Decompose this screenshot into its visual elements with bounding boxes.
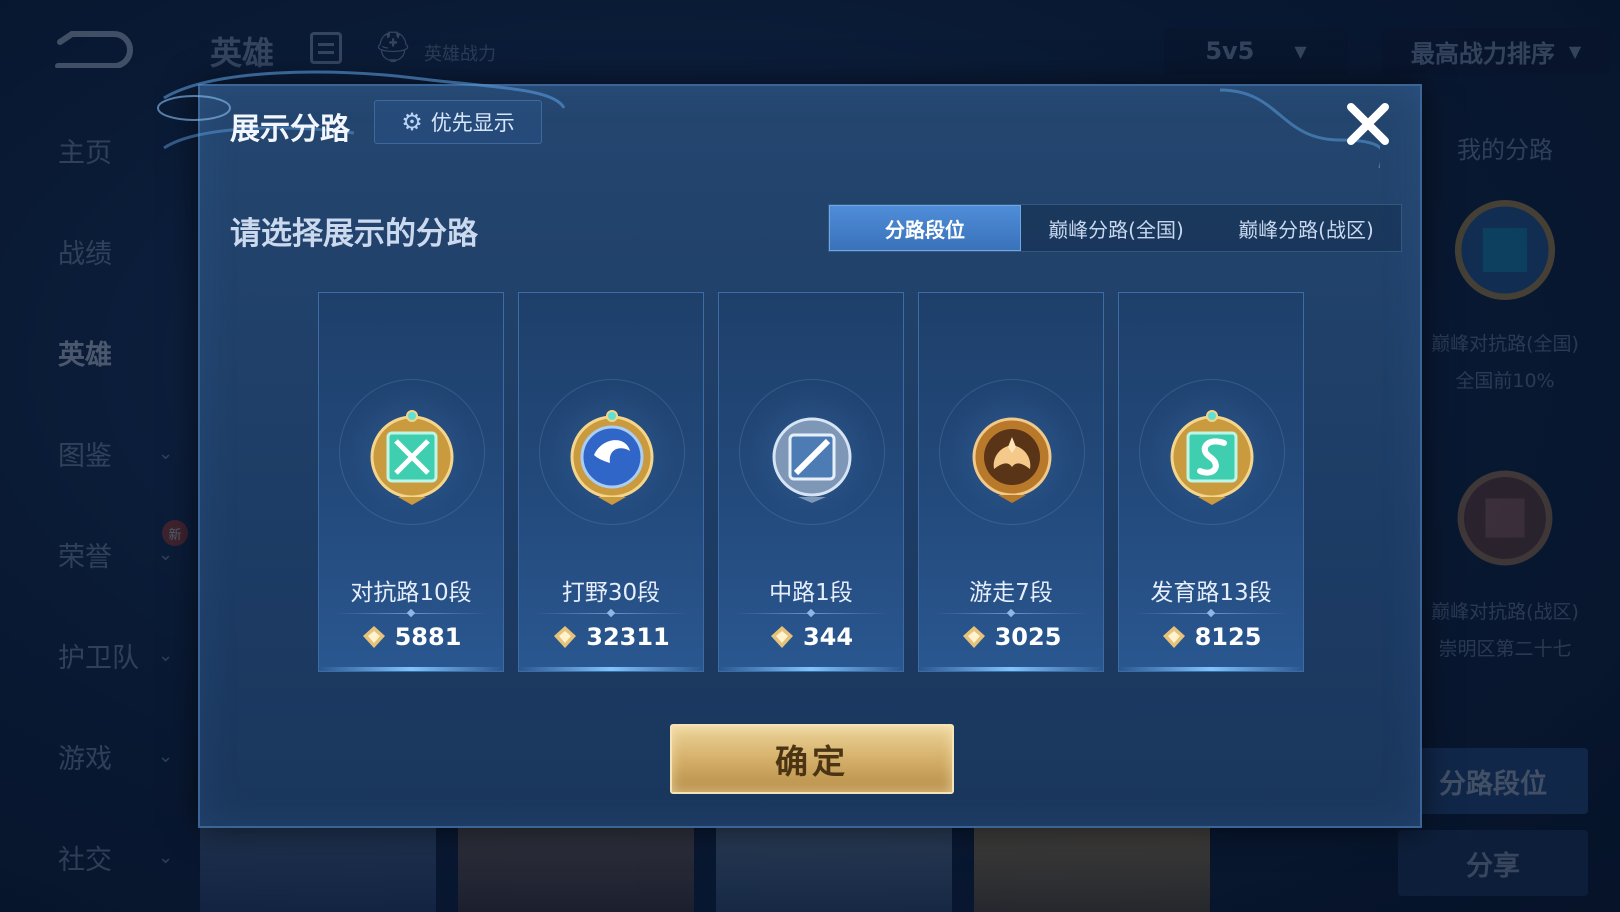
lane-display-dialog: 展示分路 ⚙ 优先显示 请选择展示的分路 分路段位 巅峰分路(全国) 巅峰分路(… [157,70,1422,828]
lane-card-mid[interactable]: 中路1段 344 [718,292,904,672]
lane-card-farm[interactable]: 发育路13段 8125 [1118,292,1304,672]
lane-card-label: 发育路13段 [1150,580,1272,606]
power-score-icon [770,626,793,648]
divider [933,613,1089,614]
lane-card-top[interactable]: 对抗路10段 5881 [318,292,504,672]
close-icon [1347,103,1389,145]
power-score-icon [362,626,385,648]
dialog-title: 展示分路 [230,112,350,147]
lane-card-label: 游走7段 [969,580,1053,606]
lane-card-score: 8125 [1119,623,1303,651]
divider [733,613,889,614]
divider [333,613,489,614]
power-score-icon [962,626,985,648]
dragon-emblem-icon [570,410,654,505]
arrow-emblem-icon [1170,410,1254,505]
lane-card-roam[interactable]: 游走7段 3025 [918,292,1104,672]
divider [533,613,689,614]
staff-emblem-icon [772,417,852,503]
lane-tabs: 分路段位 巅峰分路(全国) 巅峰分路(战区) [828,204,1402,252]
lane-cards: 对抗路10段 5881 打野30段 32311 中路1段 344 游走7段 30… [318,292,1304,672]
select-lane-prompt: 请选择展示的分路 [230,216,478,252]
priority-display-button[interactable]: ⚙ 优先显示 [374,100,542,144]
priority-display-label: 优先显示 [430,111,515,135]
lane-card-score: 32311 [519,623,703,651]
tab-lane-rank[interactable]: 分路段位 [829,205,1021,251]
power-score-icon [554,626,577,648]
divider [1133,613,1289,614]
tab-peak-national[interactable]: 巅峰分路(全国) [1021,205,1211,251]
power-score-icon [1162,626,1185,648]
lane-card-jungle[interactable]: 打野30段 32311 [518,292,704,672]
close-button[interactable] [1340,96,1396,152]
sword-shield-emblem-icon [370,410,454,505]
lane-card-label: 打野30段 [561,580,661,606]
confirm-button[interactable]: 确定 [670,724,954,794]
lane-card-score: 3025 [919,623,1103,651]
tab-peak-region[interactable]: 巅峰分路(战区) [1211,205,1401,251]
lane-card-label: 中路1段 [769,580,853,606]
lane-card-score: 5881 [319,623,503,651]
lane-card-score: 344 [719,623,903,651]
gear-icon: ⚙ [401,108,423,136]
lane-card-label: 对抗路10段 [350,580,472,606]
wings-emblem-icon [972,417,1052,503]
